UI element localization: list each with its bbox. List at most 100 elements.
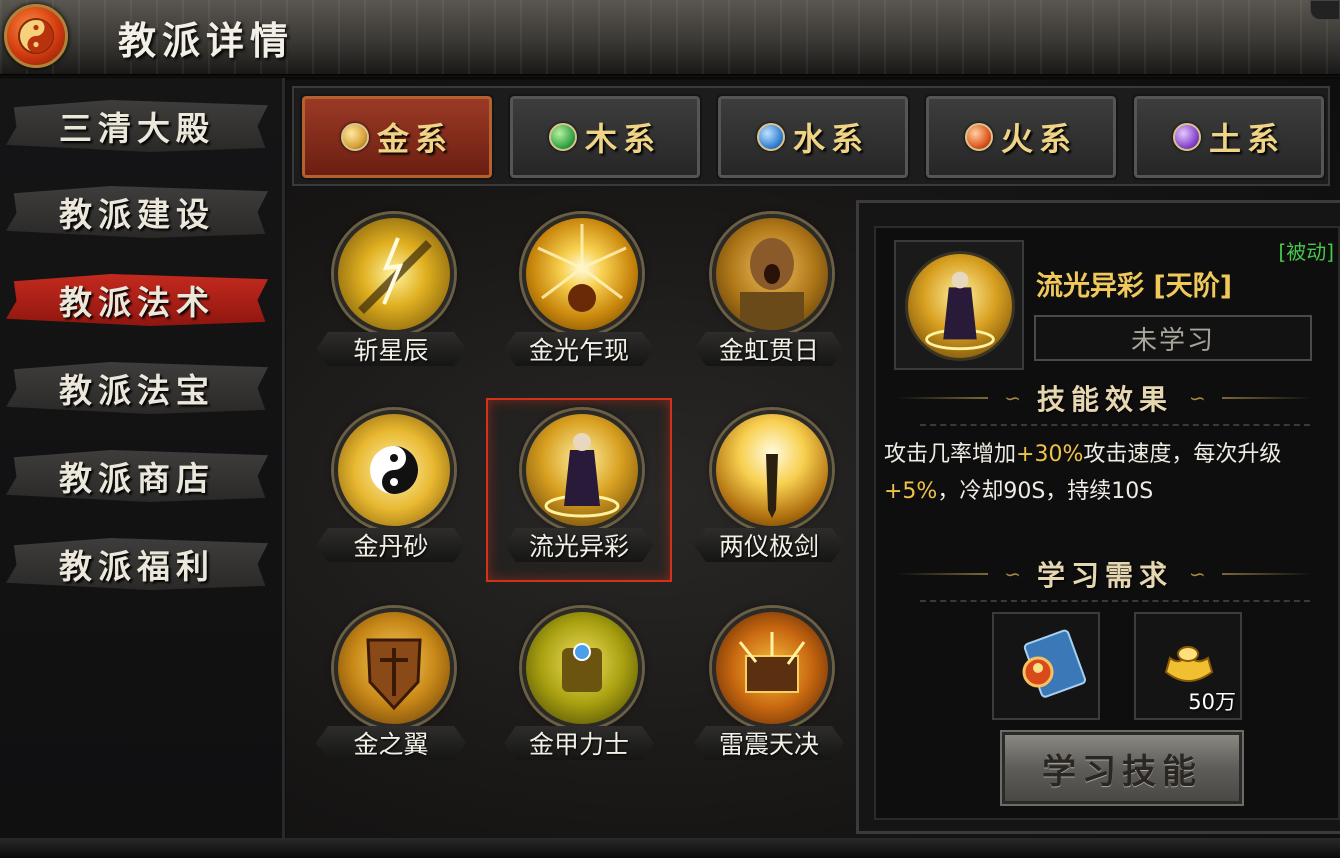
skill-name: 雷震天决	[718, 730, 819, 759]
skill-name-ribbon: 金光乍现	[504, 332, 654, 366]
tab-fire[interactable]: 火系	[924, 94, 1118, 180]
requirement-item[interactable]	[992, 612, 1100, 720]
selected-skill-icon-frame	[894, 240, 1024, 370]
tab-earth[interactable]: 土系	[1132, 94, 1326, 180]
sidebar-item-label: 教派福利	[59, 547, 215, 586]
learn-skill-label: 学习技能	[1042, 751, 1202, 792]
divider-line	[898, 397, 989, 399]
bottom-frame	[0, 838, 1340, 858]
tab-label: 水系	[792, 120, 869, 158]
effect-text: ，冷却90S，持续10S	[937, 479, 1154, 504]
tab-label: 火系	[1000, 120, 1077, 158]
sword-lightning-icon	[334, 214, 454, 334]
page-title: 教派详情	[118, 18, 295, 63]
sidebar-item-construction[interactable]: 教派建设	[6, 186, 268, 238]
effect-value: +5%	[884, 479, 938, 504]
skill-name-ribbon: 两仪极剑	[694, 528, 844, 562]
sidebar-item-hall[interactable]: 三清大殿	[6, 100, 268, 152]
requirement-section-title: ∽ 学习需求 ∽	[880, 554, 1330, 594]
selected-skill-name: 流光异彩 [天阶]	[1036, 271, 1233, 302]
tab-label: 金系	[376, 120, 453, 158]
skill-slot[interactable]: 两仪极剑	[684, 410, 854, 580]
section-title-text: 技能效果	[1036, 383, 1173, 416]
tab-metal[interactable]: 金系	[300, 94, 494, 180]
robed-sage-icon	[905, 251, 1015, 361]
skill-name-ribbon: 金虹贯日	[694, 332, 844, 366]
sidebar-item-label: 教派法术	[59, 283, 215, 322]
shield-emblem-icon	[334, 608, 454, 728]
skill-name-ribbon: 雷震天决	[694, 726, 844, 760]
skill-slot[interactable]: 金甲力士	[494, 608, 664, 778]
roaring-warrior-icon	[712, 214, 832, 334]
skill-book-icon	[1022, 629, 1087, 698]
tab-wood[interactable]: 木系	[508, 94, 702, 180]
cloud-ornament-icon: ∽	[1004, 386, 1021, 410]
requirement-amount: 50万	[1188, 690, 1236, 714]
yin-yang-icon	[334, 410, 454, 530]
earth-gem-icon	[1172, 123, 1201, 151]
skill-slot[interactable]: 金虹贯日	[684, 214, 854, 384]
header-bar: 教派详情	[0, 0, 1340, 80]
skill-name: 金甲力士	[528, 730, 629, 759]
fire-gem-icon	[964, 123, 993, 151]
skill-slot[interactable]: 雷震天决	[684, 608, 854, 778]
learn-status-box: 未学习	[1034, 315, 1312, 361]
requirement-item[interactable]: 50万	[1134, 612, 1242, 720]
effect-text: 攻击速度，每次升级	[1083, 442, 1282, 467]
golden-golem-icon	[522, 608, 642, 728]
skill-name: 金光乍现	[528, 336, 629, 365]
water-gem-icon	[756, 123, 785, 151]
sect-emblem-icon	[4, 4, 68, 68]
skill-name: 流光异彩	[528, 532, 629, 561]
sidebar-item-label: 三清大殿	[59, 109, 215, 148]
dashed-divider	[920, 424, 1310, 426]
skill-name-ribbon: 流光异彩	[504, 528, 654, 562]
skill-name-ribbon: 金甲力士	[504, 726, 654, 760]
robed-sage-icon	[522, 410, 642, 530]
sidebar-item-welfare[interactable]: 教派福利	[6, 538, 268, 590]
cloud-ornament-icon: ∽	[1004, 562, 1021, 586]
sidebar-item-shop[interactable]: 教派商店	[6, 450, 268, 502]
cloud-ornament-icon: ∽	[1189, 562, 1206, 586]
sidebar-item-label: 教派法宝	[59, 371, 215, 410]
skill-name: 金丹砂	[353, 532, 429, 561]
skill-slot[interactable]: 斩星辰	[306, 214, 476, 384]
effect-value: +30%	[1016, 442, 1084, 467]
skill-slot-selected[interactable]: 流光异彩	[486, 398, 672, 582]
close-button[interactable]	[1310, 0, 1340, 20]
sidebar-item-treasures[interactable]: 教派法宝	[6, 362, 268, 414]
skill-name-ribbon: 金之翼	[316, 726, 466, 760]
passive-tag: [被动]	[1278, 240, 1334, 264]
skill-slot[interactable]: 金之翼	[306, 608, 476, 778]
effect-text: 攻击几率增加	[884, 442, 1017, 467]
skill-name: 金之翼	[353, 730, 429, 759]
tab-water[interactable]: 水系	[716, 94, 910, 180]
skill-name: 金虹贯日	[718, 336, 819, 365]
skill-name: 两仪极剑	[718, 532, 819, 561]
metal-gem-icon	[340, 123, 369, 151]
wood-gem-icon	[548, 123, 577, 151]
divider-line	[898, 573, 989, 575]
sidebar-item-label: 教派商店	[59, 459, 215, 498]
skill-slot[interactable]: 金光乍现	[494, 214, 664, 384]
divider-line	[1221, 573, 1312, 575]
learn-status: 未学习	[1130, 325, 1215, 356]
dashed-divider	[920, 600, 1310, 602]
skill-name: 斩星辰	[353, 336, 429, 365]
effect-description: 攻击几率增加+30%攻击速度，每次升级 +5%，冷却90S，持续10S	[884, 436, 1334, 510]
skill-name-ribbon: 金丹砂	[316, 528, 466, 562]
golden-burst-icon	[522, 214, 642, 334]
tab-label: 土系	[1208, 120, 1285, 158]
divider-line	[1221, 397, 1312, 399]
thunder-chest-icon	[712, 608, 832, 728]
glowing-blade-icon	[712, 410, 832, 530]
learn-skill-button[interactable]: 学习技能	[1000, 730, 1244, 806]
sidebar-item-spells[interactable]: 教派法术	[6, 274, 268, 326]
skill-slot[interactable]: 金丹砂	[306, 410, 476, 580]
sidebar-item-label: 教派建设	[59, 195, 215, 234]
section-title-text: 学习需求	[1036, 559, 1173, 592]
tab-label: 木系	[584, 120, 661, 158]
skill-name-ribbon: 斩星辰	[316, 332, 466, 366]
cloud-ornament-icon: ∽	[1189, 386, 1206, 410]
effect-section-title: ∽ 技能效果 ∽	[880, 378, 1330, 418]
